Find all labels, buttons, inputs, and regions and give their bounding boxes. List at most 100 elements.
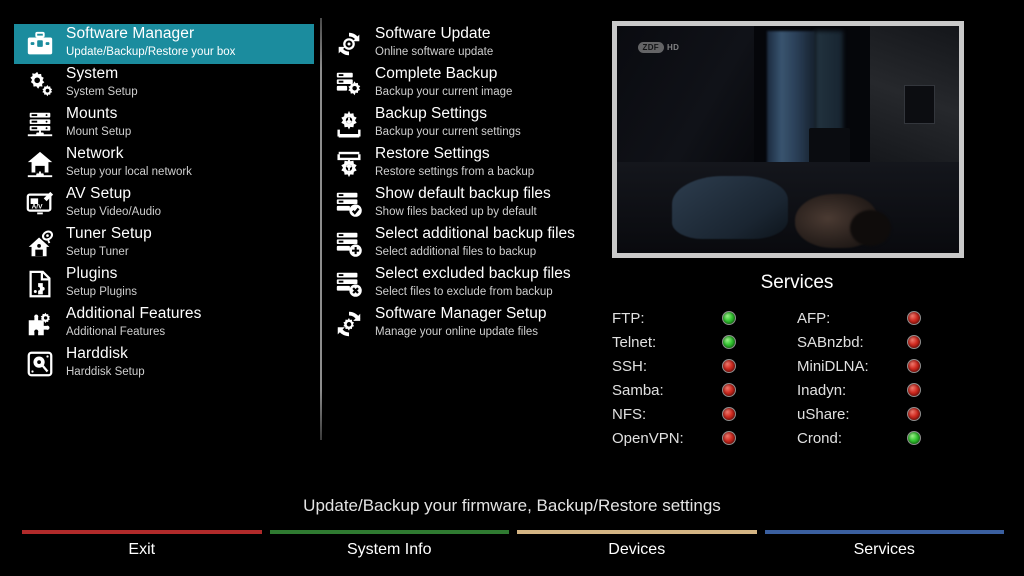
- footer-color-bar-services: [764, 530, 1004, 534]
- sync-arrows-icon: [330, 27, 368, 61]
- toolbox-icon: [20, 27, 60, 61]
- sync-gear-icon: [330, 307, 368, 341]
- gears-icon: [20, 67, 60, 101]
- submenu-item-description: Restore settings from a backup: [375, 166, 535, 178]
- video-scene-pillow: [671, 175, 788, 240]
- submenu-item-software-manager-setup[interactable]: Software Manager Setup Manage your online…: [330, 304, 592, 344]
- service-row-minidlna: MiniDLNA:: [797, 354, 982, 378]
- satellite-house-icon: [20, 227, 60, 261]
- submenu-item-select-excluded-backup-files[interactable]: Select excluded backup files Select files…: [330, 264, 592, 304]
- footer-button-system-info[interactable]: System Info: [270, 538, 510, 559]
- service-row-crond: Crond:: [797, 426, 982, 450]
- sidebar-item-harddisk[interactable]: Harddisk Harddisk Setup: [14, 344, 314, 384]
- sidebar-item-label: Network: [66, 145, 124, 163]
- sidebar-item-description: Setup Tuner: [66, 246, 129, 258]
- house-icon: [20, 147, 60, 181]
- submenu-item-show-default-backup-files[interactable]: Show default backup files Show files back…: [330, 184, 592, 224]
- sidebar-item-text: Additional Features Additional Features: [66, 306, 201, 341]
- service-status-led: [907, 383, 921, 397]
- submenu-item-description: Backup your current image: [375, 86, 513, 98]
- software-manager-submenu: Software Update Online software update Com…: [330, 24, 592, 344]
- sidebar-item-description: Setup Plugins: [66, 286, 137, 298]
- submenu-item-label: Select additional backup files: [375, 225, 575, 243]
- service-status-led: [722, 431, 736, 445]
- submenu-item-complete-backup[interactable]: Complete Backup Backup your current image: [330, 64, 592, 104]
- software-manager-screen: Software Manager Update/Backup/Restore yo…: [0, 0, 1024, 576]
- services-column-right: AFP: SABnzbd: MiniDLNA: Inadyn: uShare: Crond…: [797, 306, 982, 450]
- service-label: AFP:: [797, 309, 831, 327]
- sidebar-item-description: Update/Backup/Restore your box: [66, 46, 236, 58]
- column-divider: [320, 18, 322, 440]
- submenu-item-restore-settings[interactable]: Restore Settings Restore settings from a …: [330, 144, 592, 184]
- sidebar-item-label: Software Manager: [66, 25, 195, 43]
- puzzle-gears-icon: [20, 307, 60, 341]
- submenu-item-select-additional-backup-files[interactable]: Select additional backup files Select add…: [330, 224, 592, 264]
- server-icon: [20, 107, 60, 141]
- footer-button-services[interactable]: Services: [765, 538, 1005, 559]
- service-status-led: [907, 335, 921, 349]
- submenu-item-text: Software Manager Setup Manage your online…: [375, 306, 546, 341]
- submenu-item-description: Backup your current settings: [375, 126, 521, 138]
- sidebar-item-label: Tuner Setup: [66, 225, 152, 243]
- submenu-item-backup-settings[interactable]: Backup Settings Backup your current setti…: [330, 104, 592, 144]
- sidebar-item-label: Harddisk: [66, 345, 128, 363]
- service-row-inadyn: Inadyn:: [797, 378, 982, 402]
- services-column-left: FTP: Telnet: SSH: Samba: NFS: OpenVPN:: [612, 306, 797, 450]
- service-label: NFS:: [612, 405, 647, 423]
- service-status-led: [722, 383, 736, 397]
- submenu-item-text: Backup Settings Backup your current setti…: [375, 106, 521, 141]
- sidebar-item-av-setup[interactable]: A/V AV Setup Setup Video/Audio: [14, 184, 314, 224]
- footer-button-exit[interactable]: Exit: [22, 538, 262, 559]
- service-label: FTP:: [612, 309, 645, 327]
- sidebar-item-description: Mount Setup: [66, 126, 132, 138]
- sidebar-item-network[interactable]: Network Setup your local network: [14, 144, 314, 184]
- service-label: SSH:: [612, 357, 648, 375]
- submenu-item-text: Software Update Online software update: [375, 26, 493, 61]
- service-row-samba: Samba:: [612, 378, 797, 402]
- harddisk-icon: [20, 347, 60, 381]
- service-label: SABnzbd:: [797, 333, 864, 351]
- services-panel: Services FTP: Telnet: SSH: Samba: NFS: OpenVP…: [612, 272, 982, 450]
- main-menu-sidebar: Software Manager Update/Backup/Restore yo…: [14, 24, 314, 384]
- submenu-item-text: Show default backup files Show files back…: [375, 186, 551, 221]
- sidebar-item-text: Network Setup your local network: [66, 146, 192, 181]
- sidebar-item-text: Tuner Setup Setup Tuner: [66, 226, 152, 261]
- sidebar-item-label: Additional Features: [66, 305, 202, 323]
- sidebar-item-description: System Setup: [66, 86, 138, 98]
- sidebar-item-text: Mounts Mount Setup: [66, 106, 131, 141]
- submenu-item-label: Backup Settings: [375, 105, 488, 123]
- service-row-telnet: Telnet:: [612, 330, 797, 354]
- service-row-ftp: FTP:: [612, 306, 797, 330]
- submenu-item-label: Show default backup files: [375, 185, 551, 203]
- sidebar-item-additional-features[interactable]: Additional Features Additional Features: [14, 304, 314, 344]
- av-screen-icon: A/V: [20, 187, 60, 221]
- submenu-item-label: Restore Settings: [375, 145, 490, 163]
- sidebar-item-label: Plugins: [66, 265, 118, 283]
- gear-download-icon: [330, 107, 368, 141]
- gear-upload-icon: [330, 147, 368, 181]
- video-scene-bed: [617, 162, 959, 253]
- sidebar-item-software-manager[interactable]: Software Manager Update/Backup/Restore yo…: [14, 24, 314, 64]
- svg-text:A/V: A/V: [32, 204, 44, 211]
- sidebar-item-mounts[interactable]: Mounts Mount Setup: [14, 104, 314, 144]
- sidebar-item-tuner-setup[interactable]: Tuner Setup Setup Tuner: [14, 224, 314, 264]
- submenu-item-label: Select excluded backup files: [375, 265, 571, 283]
- service-status-led: [722, 335, 736, 349]
- footer-button-devices[interactable]: Devices: [517, 538, 757, 559]
- service-row-ushare: uShare:: [797, 402, 982, 426]
- service-row-ssh: SSH:: [612, 354, 797, 378]
- submenu-item-text: Select additional backup files Select add…: [375, 226, 575, 261]
- sidebar-item-plugins[interactable]: Plugins Setup Plugins: [14, 264, 314, 304]
- submenu-item-software-update[interactable]: Software Update Online software update: [330, 24, 592, 64]
- service-status-led: [907, 431, 921, 445]
- service-row-afp: AFP:: [797, 306, 982, 330]
- submenu-item-description: Manage your online update files: [375, 326, 539, 338]
- services-title: Services: [760, 272, 834, 293]
- sidebar-item-system[interactable]: System System Setup: [14, 64, 314, 104]
- sidebar-item-text: AV Setup Setup Video/Audio: [66, 186, 161, 221]
- video-preview[interactable]: ZDF HD: [612, 21, 964, 258]
- server-cross-icon: [330, 267, 368, 301]
- service-status-led: [722, 407, 736, 421]
- sidebar-item-label: AV Setup: [66, 185, 132, 203]
- service-status-led: [722, 359, 736, 373]
